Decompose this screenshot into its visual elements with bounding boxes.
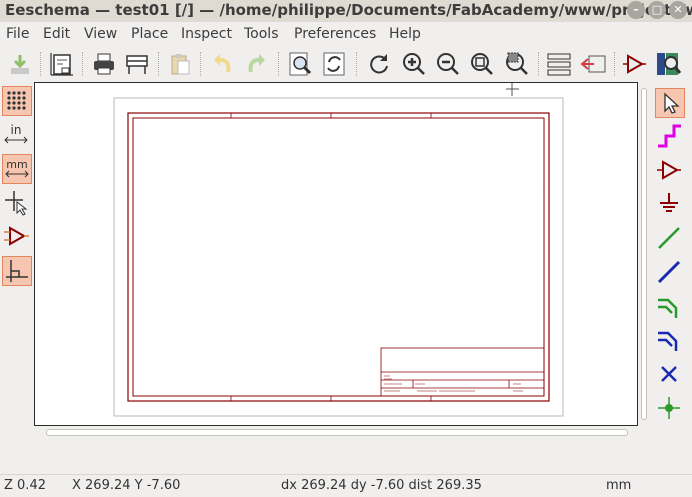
menu-place[interactable]: Place: [131, 26, 168, 42]
minimize-button[interactable]: –: [627, 1, 645, 19]
close-button[interactable]: ✕: [669, 1, 687, 19]
zoom-status: Z 0.42: [4, 478, 46, 493]
units-inch-icon[interactable]: in: [2, 120, 32, 150]
junction-icon[interactable]: [655, 394, 685, 424]
menu-preferences[interactable]: Preferences: [294, 26, 376, 42]
leave-sheet-icon[interactable]: [579, 50, 607, 78]
zoom-fit-icon[interactable]: [468, 50, 496, 78]
redraw-icon[interactable]: [365, 50, 393, 78]
save-icon[interactable]: [6, 50, 34, 78]
add-symbol-icon[interactable]: [655, 156, 685, 186]
zoom-out-icon[interactable]: [434, 50, 462, 78]
page-outline: [113, 97, 564, 417]
units-status: mm: [606, 478, 632, 493]
add-wire-icon[interactable]: [655, 224, 685, 254]
menu-inspect[interactable]: Inspect: [181, 26, 232, 42]
zoom-in-icon[interactable]: [400, 50, 428, 78]
schematic-canvas[interactable]: [34, 82, 638, 426]
horizontal-scroll-thumb[interactable]: [46, 429, 628, 436]
status-bar: Z 0.42 X 269.24 Y -7.60 dx 269.24 dy -7.…: [0, 474, 692, 497]
maximize-button[interactable]: □: [648, 1, 666, 19]
units-inch-label: in: [11, 123, 22, 137]
add-bus-icon[interactable]: [655, 258, 685, 288]
left-toolbar: in mm: [0, 82, 34, 427]
undo-icon[interactable]: [208, 50, 236, 78]
menu-view[interactable]: View: [84, 26, 117, 42]
delta-coords-status: dx 269.24 dy -7.60 dist 269.35: [281, 478, 482, 493]
redo-icon[interactable]: [243, 50, 271, 78]
find-icon[interactable]: [286, 50, 314, 78]
select-arrow-icon[interactable]: [655, 88, 685, 118]
symbol-library-browser-icon[interactable]: [654, 50, 682, 78]
menu-file[interactable]: File: [6, 26, 29, 42]
plot-icon[interactable]: [123, 50, 151, 78]
menu-tools[interactable]: Tools: [244, 26, 279, 42]
symbol-editor-icon[interactable]: [620, 50, 648, 78]
menu-edit[interactable]: Edit: [43, 26, 70, 42]
highlight-net-icon[interactable]: [655, 122, 685, 152]
hidden-pins-icon[interactable]: [2, 222, 32, 252]
hierarchy-navigator-icon[interactable]: [545, 50, 573, 78]
vertical-scroll-thumb[interactable]: [641, 88, 647, 420]
window-titlebar[interactable]: Eeschema — test01 [/] — /home/philippe/D…: [0, 0, 692, 22]
page-settings-icon[interactable]: [48, 50, 76, 78]
crosshair-cursor-icon: [506, 83, 519, 96]
zoom-selection-icon[interactable]: [503, 50, 531, 78]
cursor-coords-status: X 269.24 Y -7.60: [72, 478, 181, 493]
window-title: Eeschema — test01 [/] — /home/philippe/D…: [5, 1, 692, 19]
add-power-icon[interactable]: [655, 190, 685, 220]
menubar: File Edit View Place Inspect Tools Prefe…: [0, 22, 692, 46]
menu-help[interactable]: Help: [389, 26, 421, 42]
schematic-sheet: [113, 83, 564, 417]
add-wire-bus-entry-icon[interactable]: [655, 292, 685, 322]
line-angle-icon[interactable]: [2, 256, 32, 286]
add-bus-bus-entry-icon[interactable]: [655, 326, 685, 356]
find-replace-icon[interactable]: [320, 50, 348, 78]
cursor-style-icon[interactable]: [2, 188, 32, 218]
horizontal-scrollbar[interactable]: [34, 426, 638, 438]
right-toolbar: [653, 82, 692, 427]
vertical-scrollbar[interactable]: [638, 82, 650, 426]
print-icon[interactable]: [90, 50, 118, 78]
paste-icon[interactable]: [166, 50, 194, 78]
units-mm-label: mm: [6, 158, 27, 171]
units-mm-icon[interactable]: mm: [2, 154, 32, 184]
grid-icon[interactable]: [2, 86, 32, 116]
main-toolbar: [0, 46, 692, 82]
no-connect-icon[interactable]: [655, 360, 685, 390]
